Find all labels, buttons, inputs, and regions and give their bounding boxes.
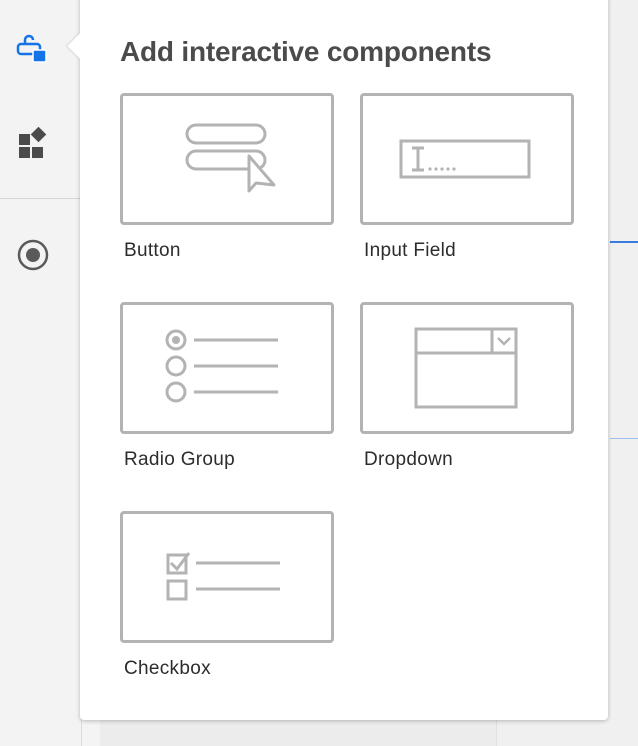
canvas-strip: [100, 716, 496, 746]
interactive-components-button[interactable]: [10, 27, 56, 73]
canvas-guide-line: [610, 438, 638, 439]
dropdown-component-tile[interactable]: [360, 302, 574, 434]
interactive-components-icon: [16, 34, 47, 63]
canvas-guide-line: [610, 241, 638, 243]
popover-title: Add interactive components: [120, 36, 492, 67]
radio-group-component-label: Radio Group: [124, 449, 236, 470]
radio-group-component-tile[interactable]: [120, 302, 334, 434]
dropdown-component-label: Dropdown: [364, 449, 454, 470]
input-field-component-tile[interactable]: [360, 93, 574, 225]
widgets-button[interactable]: [10, 120, 56, 166]
dropdown-component-icon: [414, 327, 518, 409]
add-components-popover: Add interactive components Button Input …: [67, 0, 608, 720]
radio-group-component-icon: [165, 329, 278, 403]
checkbox-component-icon: [166, 552, 280, 601]
checkbox-component-label: Checkbox: [124, 658, 211, 679]
record-button[interactable]: [10, 232, 56, 278]
left-rail: [0, 0, 82, 746]
rail-divider: [0, 198, 82, 199]
checkbox-component-tile[interactable]: [120, 511, 334, 643]
button-component-icon: [185, 123, 276, 193]
input-field-component-label: Input Field: [364, 240, 457, 261]
input-field-component-icon: [399, 139, 531, 179]
record-icon: [17, 239, 49, 271]
button-component-tile[interactable]: [120, 93, 334, 225]
button-component-label: Button: [124, 240, 181, 261]
widgets-icon: [19, 126, 47, 158]
